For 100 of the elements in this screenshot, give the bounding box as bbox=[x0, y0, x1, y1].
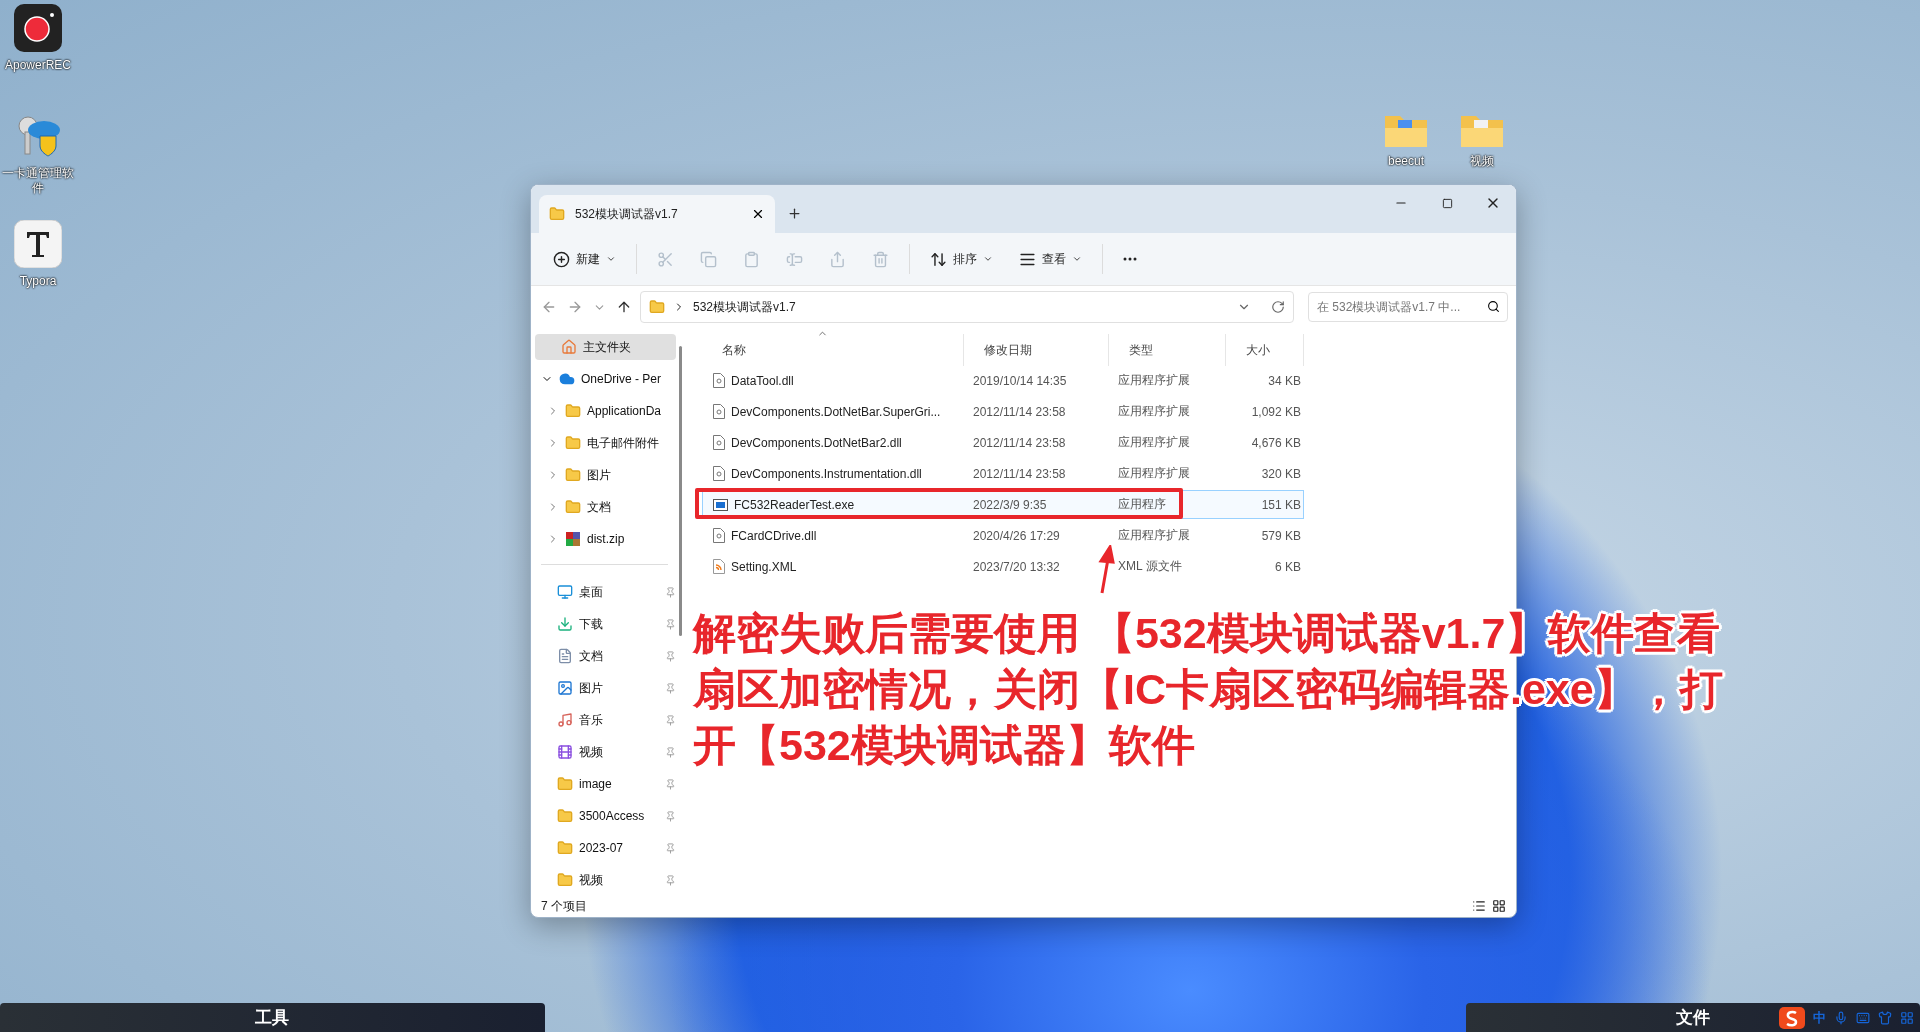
close-tab-icon[interactable] bbox=[751, 207, 765, 221]
folder-icon bbox=[649, 299, 665, 315]
pin-icon bbox=[665, 714, 676, 726]
sidebar-item[interactable]: 图片 bbox=[535, 675, 676, 701]
file-type: 应用程序扩展 bbox=[1117, 465, 1191, 482]
file-size: 34 KB bbox=[1267, 373, 1302, 388]
sort-button[interactable]: 排序 bbox=[920, 242, 1003, 276]
sidebar-item[interactable]: 2023-07 bbox=[535, 835, 676, 861]
pin-icon bbox=[665, 810, 676, 822]
gear-file-icon bbox=[713, 528, 725, 543]
sidebar-item[interactable]: OneDrive - Per bbox=[535, 366, 676, 392]
folder-icon bbox=[557, 776, 573, 792]
modified-date: 2020/4/26 17:29 bbox=[972, 528, 1061, 543]
pin-icon bbox=[665, 842, 676, 854]
modified-date: 2012/11/14 23:58 bbox=[972, 404, 1067, 419]
gear-file-icon bbox=[713, 404, 725, 419]
gear-file-icon bbox=[713, 373, 725, 388]
up-arrow-icon bbox=[616, 299, 632, 315]
plus-icon bbox=[787, 206, 802, 221]
modified-date: 2012/11/14 23:58 bbox=[972, 435, 1067, 450]
sidebar-item[interactable]: 文档 bbox=[535, 494, 676, 520]
column-header[interactable]: 大小 bbox=[1226, 334, 1304, 366]
modified-date: 2022/3/9 9:35 bbox=[972, 497, 1048, 512]
pin-icon bbox=[665, 586, 676, 598]
letter-t-app-icon bbox=[14, 220, 62, 268]
feed-file-icon bbox=[713, 559, 725, 574]
file-row[interactable]: FCardCDrive.dll 2020/4/26 17:29 应用程序扩展 579 KB bbox=[702, 521, 1304, 550]
rename-icon bbox=[786, 250, 803, 268]
back-icon bbox=[541, 299, 557, 315]
folder-icon bbox=[557, 840, 573, 856]
sidebar-item[interactable]: 图片 bbox=[535, 462, 676, 488]
caret-icon bbox=[606, 254, 616, 264]
file-type: XML 源文件 bbox=[1117, 558, 1183, 575]
archive-icon bbox=[565, 531, 581, 547]
music-icon bbox=[557, 712, 573, 728]
paste-icon bbox=[743, 250, 760, 268]
video-icon bbox=[557, 744, 573, 760]
file-size: 579 KB bbox=[1260, 528, 1302, 543]
sidebar-item[interactable]: 3500Access bbox=[535, 803, 676, 829]
new-button[interactable]: 新建 bbox=[543, 242, 626, 276]
copy-icon bbox=[700, 250, 717, 268]
folder-icon bbox=[565, 403, 581, 419]
details-view-icon[interactable] bbox=[1472, 899, 1486, 913]
pin-icon bbox=[665, 874, 676, 886]
keyboard-icon[interactable] bbox=[1856, 1010, 1870, 1025]
file-name: Setting.XML bbox=[731, 559, 797, 574]
search-icon bbox=[1487, 300, 1500, 313]
file-row[interactable]: DevComponents.DotNetBar2.dll 2012/11/14 23:58 应用程序扩展 4,676 KB bbox=[702, 428, 1304, 457]
file-row[interactable]: Setting.XML 2023/7/20 13:32 XML 源文件 6 KB bbox=[702, 552, 1304, 581]
item-count: 7 个项目 bbox=[541, 897, 588, 915]
file-size: 320 KB bbox=[1260, 466, 1302, 481]
file-row[interactable]: DevComponents.Instrumentation.dll 2012/11/14 23:58 应用程序扩展 320 KB bbox=[702, 459, 1304, 488]
cloud-icon bbox=[559, 371, 575, 387]
column-header[interactable]: 修改日期 bbox=[964, 334, 1109, 366]
pin-icon bbox=[665, 650, 676, 662]
forward-icon bbox=[567, 299, 583, 315]
sidebar-item[interactable]: 桌面 bbox=[535, 579, 676, 605]
file-row[interactable]: DataTool.dll 2019/10/14 14:35 应用程序扩展 34 KB bbox=[702, 366, 1304, 395]
file-type: 应用程序扩展 bbox=[1117, 434, 1191, 451]
picture-icon bbox=[557, 680, 573, 696]
folder-icon bbox=[557, 872, 573, 888]
file-type: 应用程序扩展 bbox=[1117, 403, 1191, 420]
address-bar[interactable]: 532模块调试器v1.7 bbox=[640, 291, 1294, 323]
file-row[interactable]: DevComponents.DotNetBar.SuperGri... 2012/11/14 23:58 应用程序扩展 1,092 KB bbox=[702, 397, 1304, 426]
file-size: 1,092 KB bbox=[1250, 404, 1302, 419]
share-icon bbox=[829, 250, 846, 268]
caret-icon bbox=[1072, 254, 1082, 264]
sidebar-item[interactable]: image bbox=[535, 771, 676, 797]
file-name: FCardCDrive.dll bbox=[731, 528, 817, 543]
mic-icon[interactable] bbox=[1834, 1010, 1848, 1025]
folder-icon bbox=[549, 206, 565, 222]
input-method-icon[interactable] bbox=[1779, 1006, 1805, 1029]
window-tab[interactable]: 532模块调试器v1.7 bbox=[539, 195, 775, 233]
folder-icon bbox=[565, 499, 581, 515]
sidebar-item[interactable]: 视频 bbox=[535, 739, 676, 765]
file-size: 6 KB bbox=[1274, 559, 1302, 574]
sidebar-item[interactable]: 主文件夹 bbox=[535, 334, 676, 360]
gear-file-icon bbox=[713, 435, 725, 450]
modified-date: 2019/10/14 14:35 bbox=[972, 373, 1068, 388]
pin-icon bbox=[665, 778, 676, 790]
home-icon bbox=[561, 339, 577, 355]
maximize-icon bbox=[1441, 197, 1453, 209]
column-header[interactable]: 名称 bbox=[702, 334, 964, 366]
refresh-icon[interactable] bbox=[1271, 300, 1285, 314]
shirt-icon[interactable] bbox=[1878, 1010, 1892, 1025]
sidebar-item[interactable]: 音乐 bbox=[535, 707, 676, 733]
sidebar-item[interactable]: ApplicationDa bbox=[535, 398, 676, 424]
view-button[interactable]: 查看 bbox=[1009, 242, 1092, 276]
sidebar-item[interactable]: 下载 bbox=[535, 611, 676, 637]
pin-icon bbox=[665, 618, 676, 630]
search-field[interactable]: 在 532模块调试器v1.7 中... bbox=[1308, 292, 1508, 322]
column-header[interactable]: 类型 bbox=[1109, 334, 1226, 366]
sidebar-item[interactable]: 文档 bbox=[535, 643, 676, 669]
sidebar-item[interactable]: dist.zip bbox=[535, 526, 676, 552]
grid-icon[interactable] bbox=[1900, 1010, 1914, 1025]
desktop-icon bbox=[557, 584, 573, 600]
tiles-view-icon[interactable] bbox=[1492, 899, 1506, 913]
sidebar-item[interactable]: 电子邮件附件 bbox=[535, 430, 676, 456]
sidebar-item[interactable]: 视频 bbox=[535, 867, 676, 893]
folder-icon bbox=[565, 467, 581, 483]
